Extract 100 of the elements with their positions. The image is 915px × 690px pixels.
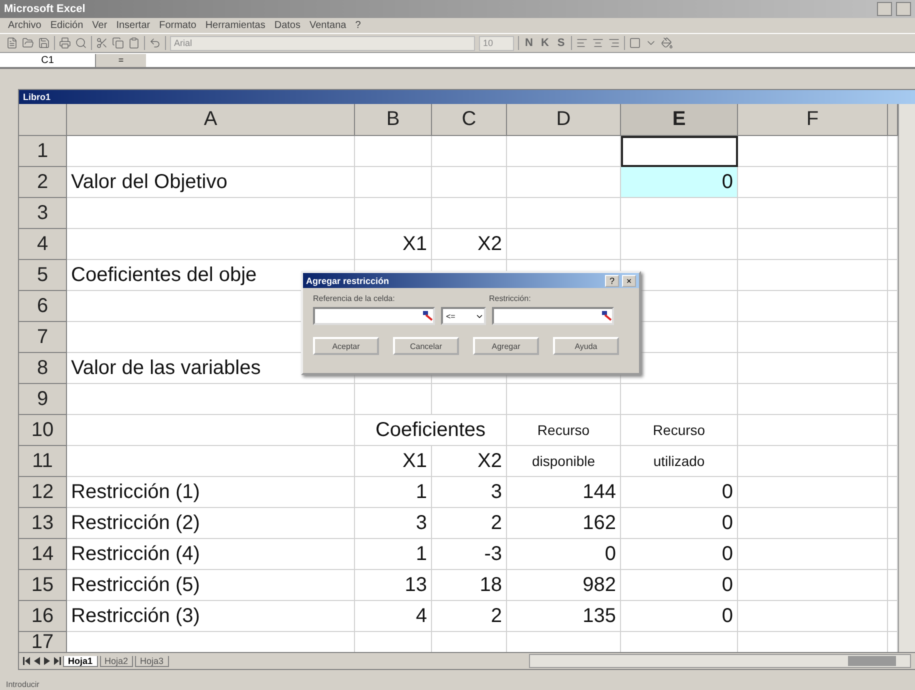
restore-button[interactable] xyxy=(896,2,911,16)
format-toggle[interactable]: N xyxy=(523,37,535,49)
row-header[interactable]: 10 xyxy=(19,415,67,446)
table-cell: Recurso xyxy=(621,415,738,446)
table-cell: 0 xyxy=(621,477,738,508)
undo-icon[interactable] xyxy=(149,37,161,49)
row-header[interactable]: 12 xyxy=(19,477,67,508)
row-header[interactable]: 15 xyxy=(19,570,67,601)
row-header[interactable]: 14 xyxy=(19,539,67,570)
last-sheet-icon[interactable] xyxy=(53,657,61,665)
next-sheet-icon[interactable] xyxy=(43,657,51,665)
menu-item[interactable]: Herramientas xyxy=(205,20,266,31)
dialog-button[interactable]: Cancelar xyxy=(393,337,459,355)
format-toggle[interactable]: S xyxy=(555,37,567,49)
row-header[interactable]: 1 xyxy=(19,136,67,167)
vertical-scrollbar[interactable] xyxy=(898,104,915,652)
table-cell: 0 xyxy=(621,539,738,570)
column-header[interactable]: D xyxy=(507,104,621,136)
save-icon[interactable] xyxy=(38,37,50,49)
table-cell xyxy=(888,198,898,229)
collapse-dialog-icon[interactable] xyxy=(423,311,433,321)
align-left-icon[interactable] xyxy=(576,37,588,49)
table-cell: 0 xyxy=(621,601,738,632)
row-header[interactable]: 7 xyxy=(19,322,67,353)
select-all-corner[interactable] xyxy=(19,104,67,136)
new-document-icon[interactable] xyxy=(6,37,18,49)
previous-sheet-icon[interactable] xyxy=(33,657,41,665)
dialog-button[interactable]: Aceptar xyxy=(313,337,379,355)
row-header[interactable]: 4 xyxy=(19,229,67,260)
column-header[interactable]: E xyxy=(621,104,738,136)
row-header[interactable]: 2 xyxy=(19,167,67,198)
column-header[interactable] xyxy=(888,104,898,136)
table-cell: 3 xyxy=(355,508,432,539)
input-field[interactable] xyxy=(313,307,435,325)
input-field[interactable] xyxy=(492,307,614,325)
preview-icon[interactable] xyxy=(75,37,87,49)
menu-item[interactable]: Insertar xyxy=(116,20,150,31)
table-cell: utilizado xyxy=(621,446,738,477)
column-header[interactable]: B xyxy=(355,104,432,136)
collapse-dialog-icon[interactable] xyxy=(602,311,612,321)
table-cell xyxy=(888,539,898,570)
align-right-icon[interactable] xyxy=(608,37,620,49)
row-header[interactable]: 17 xyxy=(19,632,67,652)
sheet-tab[interactable]: Hoja3 xyxy=(135,656,169,666)
borders-icon[interactable] xyxy=(629,37,641,49)
minimize-button[interactable] xyxy=(877,2,892,16)
printer-icon[interactable] xyxy=(59,37,71,49)
table-cell: X1 xyxy=(355,446,432,477)
active-cell[interactable] xyxy=(621,136,738,167)
format-toggle[interactable]: K xyxy=(539,37,551,49)
menu-item[interactable]: Formato xyxy=(159,20,196,31)
column-header[interactable]: A xyxy=(67,104,355,136)
copy-icon[interactable] xyxy=(112,37,124,49)
table-cell xyxy=(888,384,898,415)
menu-item[interactable]: Ventana xyxy=(309,20,346,31)
table-cell: Recurso xyxy=(507,415,621,446)
column-header[interactable]: C xyxy=(432,104,507,136)
menu-item[interactable]: ? xyxy=(355,20,361,31)
field-label: Restricción: xyxy=(489,294,532,303)
first-sheet-icon[interactable] xyxy=(23,657,31,665)
table-cell: Coeficientes xyxy=(355,415,507,446)
field-label: Referencia de la celda: xyxy=(313,294,396,303)
close-button[interactable]: × xyxy=(622,274,636,286)
help-button[interactable]: ? xyxy=(605,274,619,286)
menu-item[interactable]: Datos xyxy=(274,20,300,31)
align-center-icon[interactable] xyxy=(592,37,604,49)
table-cell: disponible xyxy=(507,446,621,477)
horizontal-scrollbar[interactable] xyxy=(529,654,911,668)
row-header[interactable]: 8 xyxy=(19,353,67,384)
menu-item[interactable]: Ver xyxy=(92,20,108,31)
row-header[interactable]: 16 xyxy=(19,601,67,632)
row-header[interactable]: 9 xyxy=(19,384,67,415)
sheet-tab[interactable]: Hoja1 xyxy=(63,656,98,666)
table-cell: 3 xyxy=(432,477,507,508)
sheet-tab[interactable]: Hoja2 xyxy=(100,656,134,666)
row-header[interactable]: 11 xyxy=(19,446,67,477)
table-cell: 162 xyxy=(507,508,621,539)
paste-icon[interactable] xyxy=(128,37,140,49)
edit-formula-button[interactable]: = xyxy=(96,54,146,66)
row-header[interactable]: 13 xyxy=(19,508,67,539)
dialog-button[interactable]: Ayuda xyxy=(553,337,619,355)
table-cell: 1 xyxy=(355,477,432,508)
operator-dropdown[interactable]: <= xyxy=(441,307,486,325)
scrollbar-thumb[interactable] xyxy=(848,656,896,666)
dialog-button[interactable]: Agregar xyxy=(473,337,539,355)
folder-icon[interactable] xyxy=(22,37,34,49)
table-cell xyxy=(888,570,898,601)
menu-item[interactable]: Archivo xyxy=(8,20,42,31)
fill-color-icon[interactable] xyxy=(661,37,673,49)
column-header[interactable]: F xyxy=(738,104,888,136)
row-header[interactable]: 3 xyxy=(19,198,67,229)
table-cell: 0 xyxy=(507,539,621,570)
table-cell: Restricción (4) xyxy=(67,539,355,570)
table-cell: 13 xyxy=(355,570,432,601)
menu-item[interactable]: Edición xyxy=(50,20,84,31)
row-header[interactable]: 6 xyxy=(19,291,67,322)
cut-icon[interactable] xyxy=(96,37,108,49)
row-header[interactable]: 5 xyxy=(19,260,67,291)
table-cell xyxy=(888,477,898,508)
table-cell: 0 xyxy=(621,570,738,601)
